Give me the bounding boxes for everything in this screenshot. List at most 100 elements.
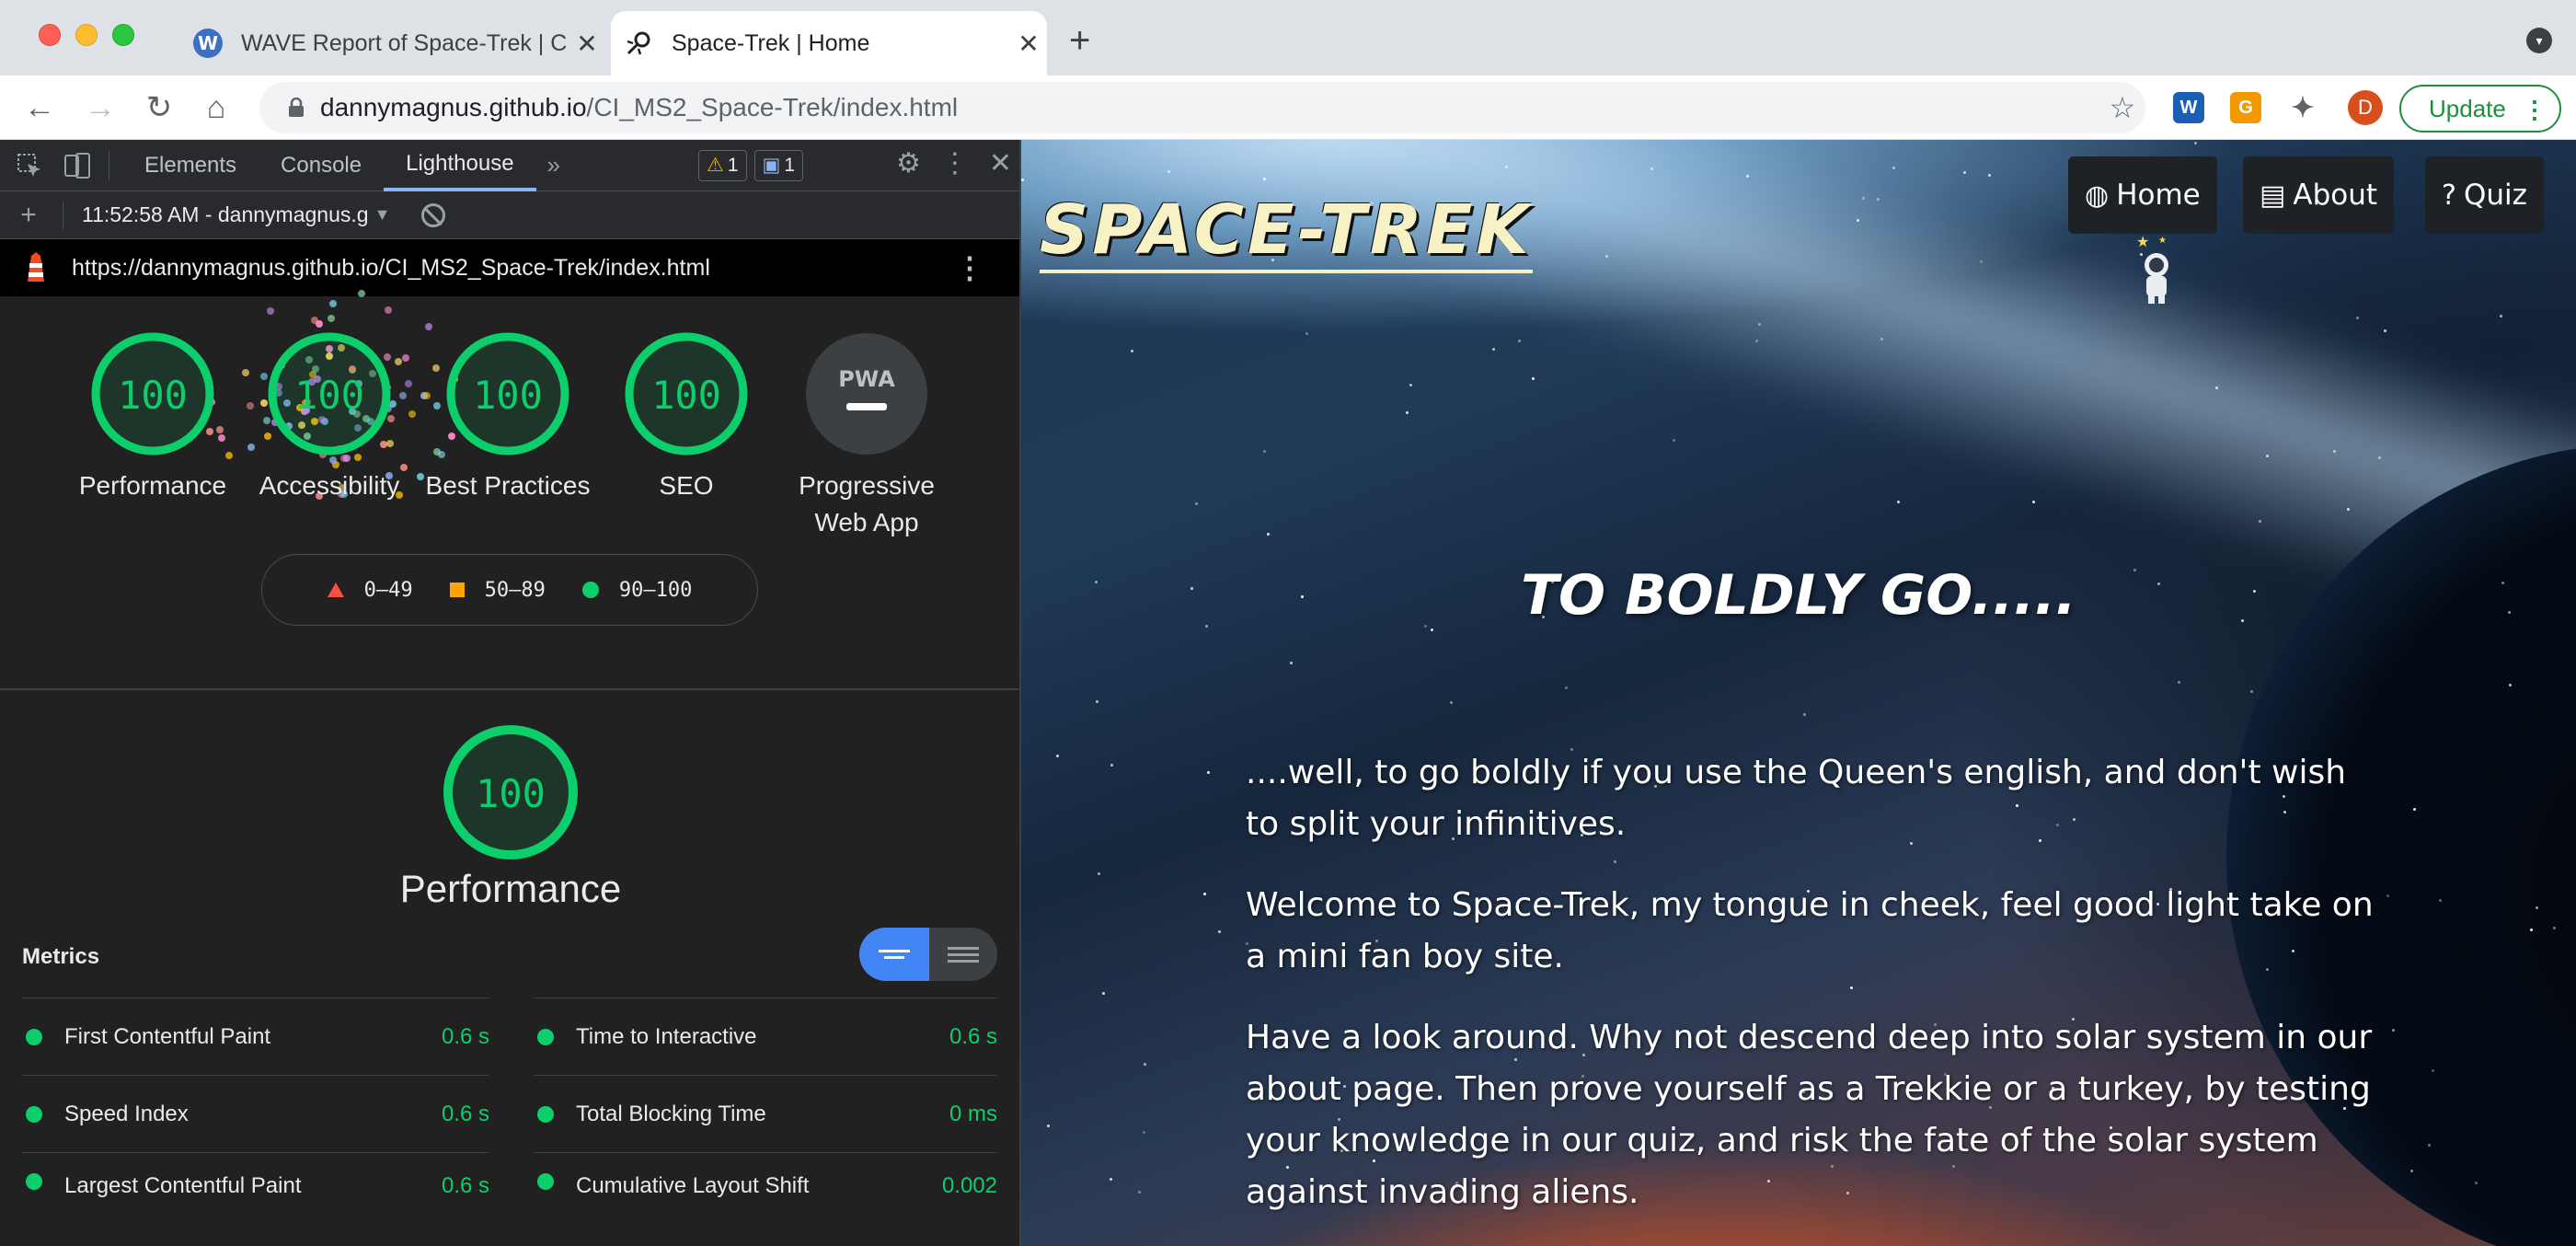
rocket-icon — [624, 29, 653, 58]
minimize-window-button[interactable] — [75, 24, 98, 46]
star — [1138, 1191, 1141, 1194]
confetti-dot — [417, 472, 425, 480]
svg-text:100: 100 — [473, 373, 543, 418]
device-toolbar-icon[interactable] — [59, 147, 96, 184]
metric-lcp: Largest Contentful Paint 0.6 s — [22, 1152, 489, 1229]
page-viewport: SPACE-TREK ◍ Home ▤ About ? Quiz ★ ★ TO BOLD… — [1021, 140, 2576, 1246]
bookmark-star-icon[interactable]: ☆ — [2099, 90, 2145, 125]
site-logo[interactable]: SPACE-TREK — [1040, 190, 1533, 273]
svg-text:★: ★ — [2136, 235, 2149, 250]
astronaut-icon: ★ ★ — [2136, 235, 2168, 304]
tab-console[interactable]: Console — [259, 140, 384, 191]
star — [2194, 142, 2197, 144]
address-bar[interactable]: dannymagnus.github.io/CI_MS2_Space-Trek/… — [259, 82, 2145, 133]
wave-icon: W — [193, 29, 223, 58]
welcome-paragraph: Welcome to Space-Trek, my tongue in chee… — [1246, 886, 2374, 975]
gauge-performance[interactable]: 100 Performance — [70, 329, 236, 504]
lock-icon[interactable] — [278, 98, 315, 118]
puzzle-icon[interactable]: ✦ — [2287, 92, 2318, 123]
report-url[interactable]: https://dannymagnus.github.io/CI_MS2_Spa… — [72, 255, 955, 282]
more-tabs-icon[interactable]: » — [536, 151, 571, 179]
tab-space-trek[interactable]: Space-Trek | Home ✕ — [611, 11, 1047, 75]
compact-view-icon[interactable] — [859, 928, 929, 981]
extension-icon[interactable]: G — [2230, 92, 2261, 123]
more-options-icon[interactable]: ⋮ — [941, 147, 969, 179]
home-button[interactable]: ⌂ — [195, 87, 237, 129]
tab-title: WAVE Report of Space-Trek | C — [241, 29, 568, 56]
average-square-icon — [449, 583, 465, 597]
reload-button[interactable]: ↻ — [138, 87, 180, 129]
divider — [0, 688, 1019, 690]
star — [2536, 906, 2538, 909]
star — [2356, 317, 2359, 319]
gauge-seo[interactable]: 100 SEO — [604, 329, 769, 504]
tab-elements[interactable]: Elements — [122, 140, 259, 191]
confetti-dot — [329, 299, 338, 307]
new-tab-button[interactable]: + — [1069, 22, 1090, 59]
update-button[interactable]: Update ⋮ — [2399, 85, 2561, 133]
tab-search-button[interactable]: ▾ — [2526, 28, 2552, 53]
star — [2266, 455, 2269, 457]
performance-title: Performance — [399, 867, 622, 910]
gauge-pwa[interactable]: PWA Progressive Web App — [784, 329, 949, 541]
metric-fcp: First Contentful Paint 0.6 s — [22, 998, 489, 1075]
star — [1857, 219, 1859, 222]
back-button[interactable]: ← — [18, 87, 61, 129]
report-menu-icon[interactable]: ⋮ — [955, 250, 984, 285]
clear-all-icon[interactable] — [421, 202, 446, 227]
metric-tbt: Total Blocking Time 0 ms — [534, 1075, 997, 1152]
gauge-label: Accessibility — [259, 471, 400, 500]
star — [1518, 340, 1521, 342]
explore-paragraph: Have a look around. Why not descend deep… — [1246, 1019, 2373, 1211]
metrics-view-toggle[interactable] — [859, 928, 997, 981]
star — [2384, 329, 2386, 332]
star — [1505, 166, 1508, 168]
maximize-window-button[interactable] — [112, 24, 134, 46]
profile-avatar[interactable]: D — [2348, 90, 2383, 125]
confetti-dot — [357, 289, 365, 297]
pass-circle-icon — [537, 1173, 554, 1190]
report-selector[interactable]: 11:52:58 AM - dannymagnus.g — [82, 202, 369, 227]
hero-heading: TO BOLDLY GO..... — [1521, 563, 2076, 628]
chevron-down-icon[interactable]: ▼ — [374, 205, 391, 225]
new-report-button[interactable]: + — [13, 200, 44, 231]
star — [2259, 520, 2261, 523]
close-tab-icon[interactable]: ✕ — [569, 29, 605, 59]
star — [2378, 456, 2381, 459]
star — [1897, 501, 1900, 503]
tab-wave-report[interactable]: W WAVE Report of Space-Trek | C ✕ — [180, 11, 605, 75]
performance-gauge: 100 — [443, 725, 578, 860]
inspect-element-icon[interactable] — [11, 147, 48, 184]
star — [1203, 893, 1206, 895]
close-devtools-icon[interactable]: ✕ — [989, 147, 1012, 179]
browser-toolbar: ← → ↻ ⌂ dannymagnus.github.io/CI_MS2_Spa… — [0, 75, 2576, 140]
settings-gear-icon[interactable]: ⚙ — [896, 147, 921, 179]
nav-quiz-button[interactable]: ? Quiz — [2425, 156, 2544, 234]
pass-circle-icon — [537, 1028, 554, 1045]
gauge-ring: 100 — [268, 332, 391, 456]
wave-extension-icon[interactable]: W — [2173, 92, 2204, 123]
metric-cls: Cumulative Layout Shift 0.002 — [534, 1152, 997, 1229]
tab-lighthouse[interactable]: Lighthouse — [384, 140, 536, 191]
star — [1056, 755, 1059, 757]
star — [2553, 927, 2556, 929]
metric-speed-index: Speed Index 0.6 s — [22, 1075, 489, 1152]
pass-circle-icon — [581, 582, 599, 598]
star — [1409, 384, 1412, 386]
gauge-accessibility[interactable]: 100 Accessibility — [247, 329, 412, 504]
svg-text:★: ★ — [2158, 236, 2167, 246]
nav-about-button[interactable]: ▤ About — [2243, 156, 2395, 234]
pwa-badge-icon: PWA — [806, 333, 927, 455]
close-tab-icon[interactable]: ✕ — [1010, 29, 1047, 59]
close-window-button[interactable] — [39, 24, 61, 46]
more-icon: ⋮ — [2523, 96, 2547, 123]
forward-button[interactable]: → — [79, 87, 121, 129]
warnings-badge[interactable]: ⚠ 1 — [698, 149, 747, 181]
expanded-view-icon[interactable] — [929, 928, 997, 981]
messages-badge[interactable]: ▣ 1 — [753, 149, 804, 181]
star — [2386, 894, 2389, 897]
star — [2250, 690, 2253, 693]
url-text[interactable]: dannymagnus.github.io/CI_MS2_Space-Trek/… — [320, 93, 2099, 122]
nav-home-button[interactable]: ◍ Home — [2068, 156, 2217, 234]
gauge-best-practices[interactable]: 100 Best Practices — [425, 329, 591, 504]
